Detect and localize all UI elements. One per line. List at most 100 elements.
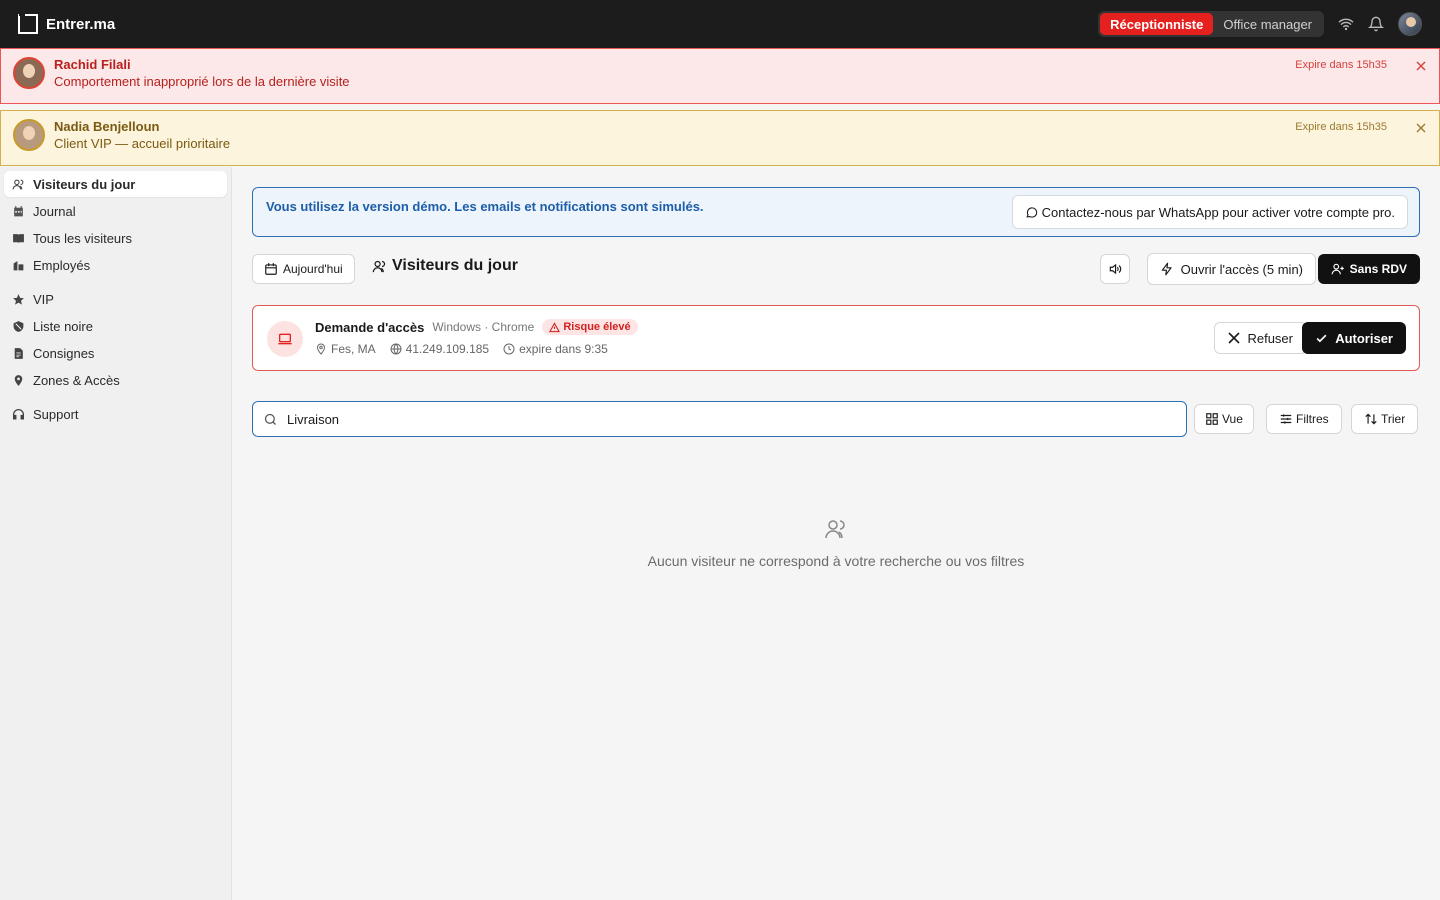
message-circle-icon bbox=[1026, 206, 1037, 218]
wifi-icon[interactable] bbox=[1338, 16, 1354, 32]
risk-label: Risque élevé bbox=[563, 321, 631, 333]
laptop-icon-badge bbox=[267, 321, 303, 357]
sort-label: Trier bbox=[1381, 412, 1406, 426]
sidebar-item-zones[interactable]: Zones & Accès bbox=[4, 367, 227, 393]
grid-icon bbox=[1206, 413, 1218, 425]
sort-icon bbox=[1365, 413, 1377, 425]
alert-message: Client VIP — accueil prioritaire bbox=[54, 136, 231, 151]
alert-expiry: Expire dans 15h35 bbox=[1295, 121, 1387, 133]
authorize-label: Autoriser bbox=[1335, 330, 1393, 346]
page-toolbar: Aujourd'hui Visiteurs du jour Ouvrir l'a… bbox=[252, 253, 1420, 285]
alert-name[interactable]: Nadia Benjelloun bbox=[54, 119, 230, 134]
view-label: Vue bbox=[1222, 412, 1243, 426]
date-picker-button[interactable]: Aujourd'hui bbox=[252, 254, 355, 284]
search-row: Vue Filtres Trier bbox=[252, 401, 1420, 437]
globe-icon bbox=[390, 343, 402, 355]
document-icon bbox=[14, 347, 23, 359]
sidebar-item-vip[interactable]: VIP bbox=[4, 286, 227, 312]
volume-icon bbox=[1109, 263, 1122, 275]
page-title: Visiteurs du jour bbox=[372, 257, 518, 275]
risk-badge: Risque élevé bbox=[542, 319, 638, 335]
whatsapp-contact-button[interactable]: Contactez-nous par WhatsApp pour activer… bbox=[1011, 195, 1408, 229]
building-icon bbox=[13, 260, 24, 270]
top-bar: Entrer.ma Réceptionniste Office manager bbox=[0, 0, 1440, 48]
sound-toggle-button[interactable] bbox=[1100, 254, 1130, 284]
user-avatar[interactable] bbox=[1398, 12, 1422, 36]
alert-avatar bbox=[13, 57, 45, 89]
sidebar-item-label: Liste noire bbox=[33, 318, 93, 334]
role-office-manager-button[interactable]: Office manager bbox=[1213, 13, 1322, 35]
demo-banner: Vous utilisez la version démo. Les email… bbox=[252, 187, 1420, 237]
logo-icon bbox=[18, 14, 38, 34]
alert-expiry: Expire dans 15h35 bbox=[1295, 59, 1387, 71]
whatsapp-contact-label: Contactez-nous par WhatsApp pour activer… bbox=[1041, 204, 1395, 220]
sliders-icon bbox=[1280, 414, 1292, 424]
sidebar-item-journal[interactable]: Journal bbox=[4, 198, 227, 224]
brand-name: Entrer.ma bbox=[46, 15, 116, 33]
sidebar-item-label: Visiteurs du jour bbox=[33, 176, 136, 192]
bell-icon[interactable] bbox=[1368, 16, 1384, 32]
request-location-text: Fes, MA bbox=[331, 342, 376, 356]
demo-banner-text: Vous utilisez la version démo. Les email… bbox=[266, 199, 704, 214]
sidebar-item-label: Tous les visiteurs bbox=[33, 230, 132, 246]
check-icon bbox=[1316, 334, 1327, 342]
users-icon bbox=[372, 260, 386, 272]
access-request-card: Demande d'accès Windows · Chrome Risque … bbox=[252, 305, 1420, 371]
lightning-icon bbox=[1161, 262, 1172, 276]
access-request-device: Windows · Chrome bbox=[432, 320, 535, 334]
open-access-button[interactable]: Ouvrir l'accès (5 min) bbox=[1146, 253, 1316, 285]
close-icon[interactable] bbox=[1415, 60, 1427, 72]
sidebar-item-instructions[interactable]: Consignes bbox=[4, 340, 227, 366]
close-icon[interactable] bbox=[1415, 122, 1427, 134]
authorize-button[interactable]: Autoriser bbox=[1302, 322, 1406, 354]
sidebar-item-label: Zones & Accès bbox=[33, 372, 120, 388]
user-plus-icon bbox=[1331, 263, 1344, 275]
walk-in-label: Sans RDV bbox=[1349, 262, 1407, 276]
sidebar-item-employees[interactable]: Employés bbox=[4, 252, 227, 278]
book-icon bbox=[13, 233, 24, 243]
sidebar-item-label: VIP bbox=[33, 291, 54, 307]
blacklist-alert: Rachid Filali Comportement inapproprié l… bbox=[0, 48, 1440, 104]
sidebar-item-label: Employés bbox=[33, 257, 91, 273]
request-expiry: expire dans 9:35 bbox=[503, 342, 608, 356]
sidebar-item-label: Support bbox=[33, 406, 79, 422]
brand[interactable]: Entrer.ma bbox=[18, 14, 115, 34]
close-icon bbox=[1228, 332, 1241, 344]
search-box[interactable] bbox=[252, 401, 1187, 437]
star-icon bbox=[13, 293, 24, 305]
alert-message: Comportement inapproprié lors de la dern… bbox=[54, 74, 350, 89]
warning-icon bbox=[549, 321, 561, 332]
page-title-text: Visiteurs du jour bbox=[392, 257, 518, 274]
role-receptionist-button[interactable]: Réceptionniste bbox=[1100, 13, 1214, 35]
sidebar-item-blacklist[interactable]: Liste noire bbox=[4, 313, 227, 339]
sort-button[interactable]: Trier bbox=[1351, 404, 1419, 434]
sidebar-item-support[interactable]: Support bbox=[4, 401, 227, 427]
shield-icon bbox=[13, 320, 24, 332]
request-ip-text: 41.249.109.185 bbox=[405, 342, 490, 356]
view-button[interactable]: Vue bbox=[1194, 404, 1254, 434]
filters-label: Filtres bbox=[1296, 412, 1329, 426]
search-icon bbox=[264, 413, 276, 425]
empty-state: Aucun visiteur ne correspond à votre rec… bbox=[232, 517, 1440, 569]
refuse-label: Refuser bbox=[1247, 330, 1293, 346]
users-icon bbox=[12, 179, 24, 189]
calendar-icon bbox=[265, 263, 277, 275]
filters-button[interactable]: Filtres bbox=[1266, 404, 1342, 434]
request-location: Fes, MA bbox=[315, 342, 376, 356]
main-content: Vous utilisez la version démo. Les email… bbox=[232, 167, 1440, 900]
sidebar: Visiteurs du jour Journal Tous les visit… bbox=[0, 167, 232, 900]
sidebar-item-visitors-today[interactable]: Visiteurs du jour bbox=[4, 171, 227, 197]
sidebar-item-all-visitors[interactable]: Tous les visiteurs bbox=[4, 225, 227, 251]
alert-name[interactable]: Rachid Filali bbox=[54, 57, 350, 72]
calendar-icon bbox=[14, 205, 23, 216]
sidebar-item-label: Consignes bbox=[33, 345, 95, 361]
empty-state-message: Aucun visiteur ne correspond à votre rec… bbox=[647, 553, 1025, 569]
open-access-label: Ouvrir l'accès (5 min) bbox=[1180, 261, 1303, 277]
refuse-button[interactable]: Refuser bbox=[1214, 322, 1307, 354]
headset-icon bbox=[12, 408, 25, 419]
laptop-icon bbox=[278, 333, 292, 345]
search-input[interactable] bbox=[287, 411, 1176, 427]
walk-in-button[interactable]: Sans RDV bbox=[1317, 254, 1420, 284]
access-request-title: Demande d'accès bbox=[315, 319, 425, 335]
request-ip: 41.249.109.185 bbox=[390, 342, 489, 356]
